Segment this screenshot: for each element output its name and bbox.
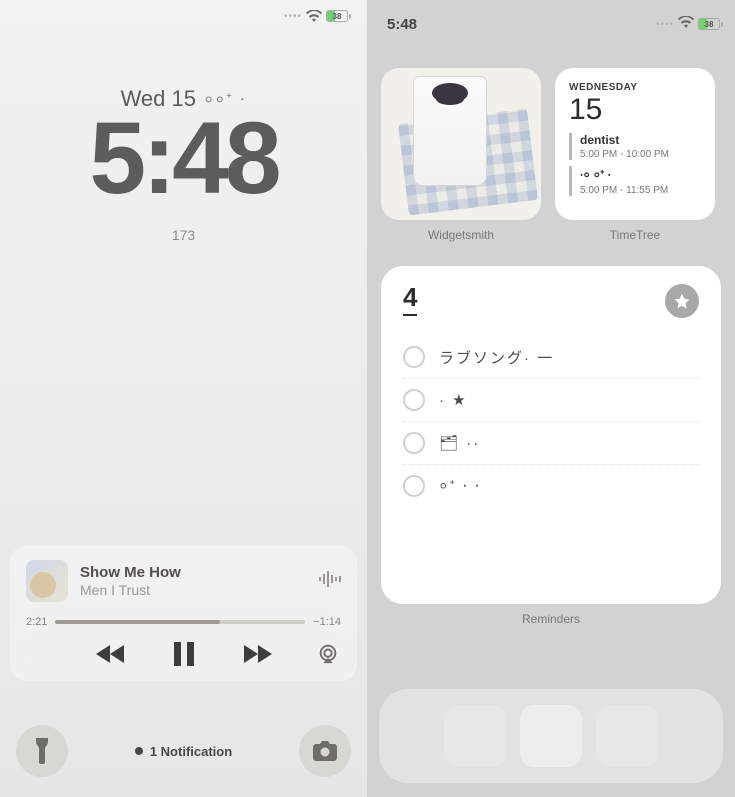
home-status-bar: 5:48 •••• 38 [379,10,723,38]
dock-app[interactable] [520,705,582,767]
now-playing-card[interactable]: Show Me How Men I Trust 2:21 −1:14 [10,546,357,681]
reminder-circle-icon[interactable] [403,432,425,454]
remaining-time: −1:14 [313,616,341,628]
calendar-day: 15 [569,95,701,125]
wifi-icon [678,15,694,33]
scrubber[interactable] [55,620,305,624]
reminders-count: 4 [403,284,417,310]
dock-app[interactable] [444,705,506,767]
notification-text: 1 Notification [150,744,232,759]
photo-widget-label: Widgetsmith [381,228,541,242]
airplay-icon[interactable] [317,643,339,670]
dock-app[interactable] [596,705,658,767]
battery-icon: 38 [698,18,723,30]
lock-status-bar: •••• 38 [284,10,351,22]
lock-clock: 5:48 [0,110,367,207]
notification-dot-icon [135,747,143,755]
star-badge-icon [665,284,699,318]
lock-subtext: 173 [0,227,367,243]
calendar-event: ⸱⸰ ⸰⁺ ⸱ 5:00 PM - 11:55 PM [569,166,701,196]
elapsed-time: 2:21 [26,616,47,628]
reminder-circle-icon[interactable] [403,475,425,497]
calendar-widget[interactable]: WEDNESDAY 15 dentist 5:00 PM - 10:00 PM … [555,68,715,220]
status-time: 5:48 [379,16,417,33]
wifi-icon [306,10,322,22]
flashlight-button[interactable] [16,725,68,777]
calendar-dow: WEDNESDAY [569,82,701,93]
reminder-item[interactable]: · ★ [403,378,699,421]
camera-button[interactable] [299,725,351,777]
battery-icon: 38 [326,10,351,22]
lock-screen: •••• 38 Wed 15 ⸰⸰⁺ ⸱ 5:48 173 Show Me Ho… [0,0,367,797]
photo-widget[interactable] [381,68,541,220]
reminder-circle-icon[interactable] [403,346,425,368]
cellular-dots-icon: •••• [284,11,302,22]
reminder-item[interactable]: ラブソング· 一 [403,336,699,378]
song-title: Show Me How [80,564,307,582]
home-screen: 5:48 •••• 38 Widgetsmith WEDNESD [367,0,735,797]
reminder-circle-icon[interactable] [403,389,425,411]
forward-button[interactable] [242,643,272,670]
reminder-item[interactable]: 🗂 ·· [403,421,699,464]
reminder-item[interactable]: ⸰⁺ ⸱ ⸱ [403,464,699,507]
pause-button[interactable] [174,642,194,671]
reminders-widget[interactable]: 4 ラブソング· 一 · ★ 🗂 ·· ⸰⁺ ⸱ ⸱ [381,266,721,604]
calendar-widget-label: TimeTree [555,228,715,242]
rewind-button[interactable] [96,643,126,670]
calendar-event: dentist 5:00 PM - 10:00 PM [569,133,701,160]
waveform-icon[interactable] [319,571,341,592]
cellular-dots-icon: •••• [656,19,674,30]
album-art[interactable] [26,560,68,602]
song-artist: Men I Trust [80,582,307,599]
dock [379,689,723,783]
notification-summary[interactable]: 1 Notification [135,744,232,759]
progress-row: 2:21 −1:14 [26,616,341,628]
reminders-widget-label: Reminders [379,612,723,626]
